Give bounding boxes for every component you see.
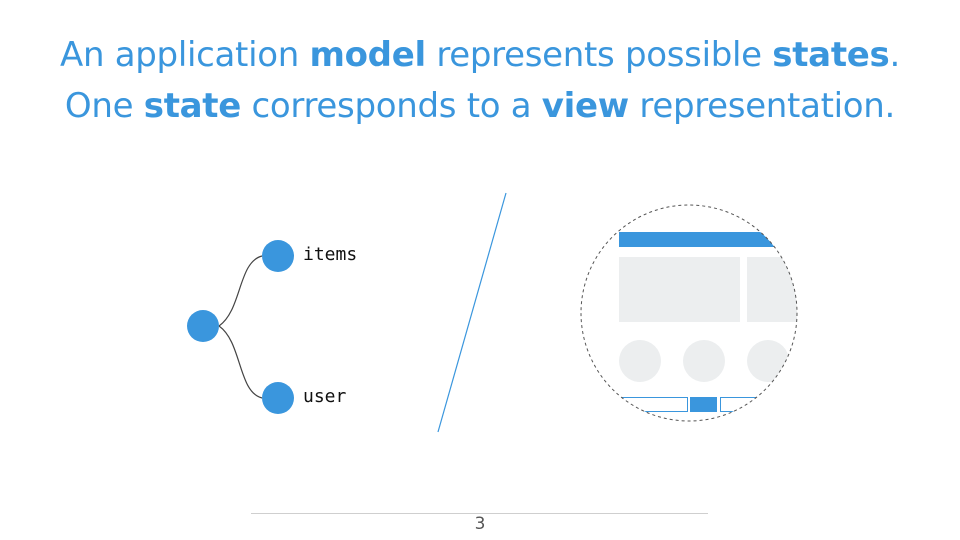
diagonal-separator [437,192,507,433]
tree-node-user [262,382,294,414]
page-number: 3 [474,514,486,534]
tree-edge-user [218,325,263,399]
wireframe-tab-2-active [690,397,717,412]
tree-label-items: items [303,244,358,265]
tree-node-items [262,240,294,272]
wireframe-avatar-3 [747,340,789,382]
view-wireframe [619,232,797,412]
wireframe-header-bar [619,232,797,247]
wireframe-tab-1 [619,397,688,412]
wireframe-panel-left [619,257,740,322]
diagram-canvas [187,192,798,433]
tree-edge-items [218,255,263,327]
wireframe-avatar-2 [683,340,725,382]
state-tree [187,240,294,414]
tree-root-node [187,310,219,342]
tree-label-user: user [303,386,347,407]
wireframe-avatar-1 [619,340,661,382]
wireframe-tab-3 [720,397,797,412]
